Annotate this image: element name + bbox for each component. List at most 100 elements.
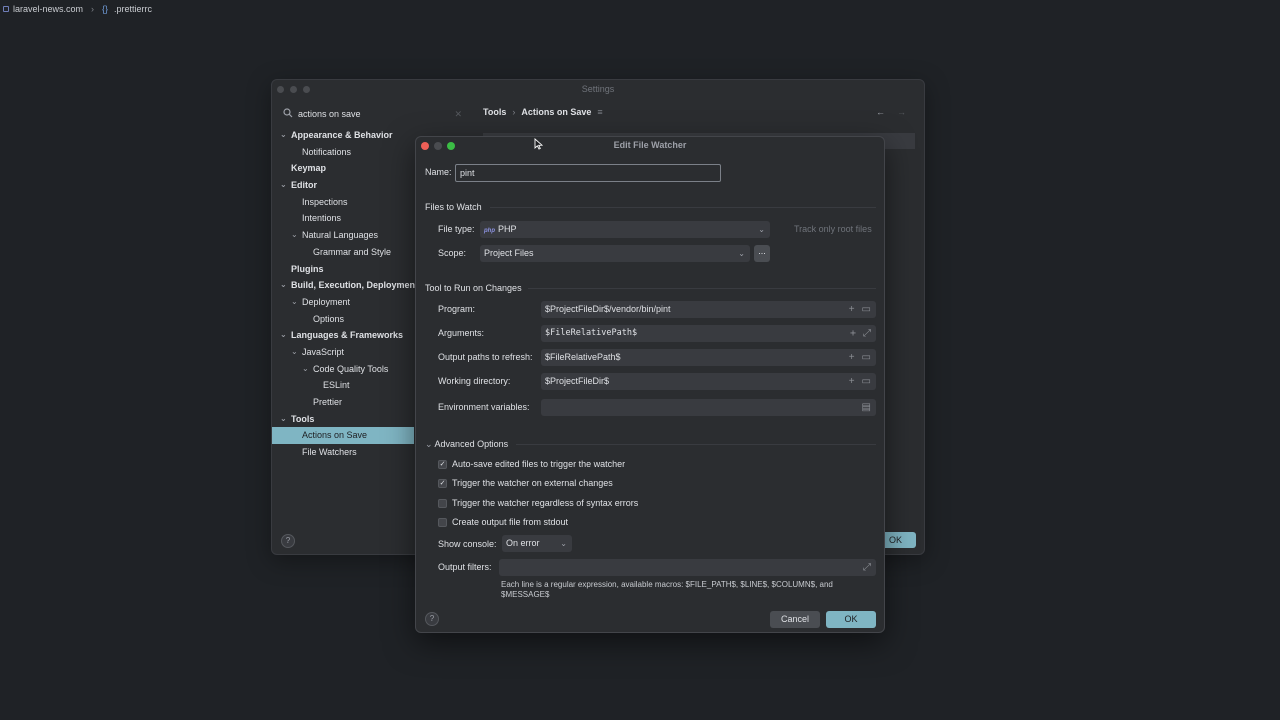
chevron-down-icon[interactable]: ⌄ [302,361,309,378]
tree-item-label: Appearance & Behavior [291,130,393,140]
output-paths-field[interactable]: $FileRelativePath$ + ▭ [541,349,876,366]
output-filters-hint: Each line is a regular expression, avail… [501,580,833,589]
search-icon [283,108,293,120]
clear-icon[interactable]: ✕ [454,109,462,120]
tree-item[interactable]: ⌄ Build, Execution, Deployment [272,277,418,294]
program-field[interactable]: $ProjectFileDir$/vendor/bin/pint + ▭ [541,301,876,318]
name-input[interactable]: pint [455,164,721,182]
settings-search-box[interactable]: actions on save ✕ [280,105,466,123]
tree-item[interactable]: Grammar and Style [272,244,414,261]
search-input[interactable]: actions on save [298,109,361,119]
tree-item-label: Actions on Save [302,430,368,441]
tree-item[interactable]: ⌄ Appearance & Behavior [272,127,414,144]
tree-item-label: Code Quality Tools [313,363,389,374]
tree-item[interactable]: ⌄ Deployment [272,294,414,311]
tree-item[interactable]: ⌄ Natural Languages [272,227,414,244]
working-directory-value: $ProjectFileDir$ [545,376,610,386]
mouse-cursor-icon [534,138,544,153]
folder-icon[interactable]: ▭ [862,301,871,318]
tree-item-label: Natural Languages [302,230,379,241]
tree-item[interactable]: ⌄ Tools [272,411,414,428]
settings-tree: ⌄ Appearance & Behavior Notifications Keyma… [272,127,418,461]
checkbox[interactable]: ✓ [438,479,447,489]
tree-item[interactable]: Keymap [272,160,414,177]
tree-item[interactable]: ⌄ Languages & Frameworks [272,327,414,344]
tree-item-label: Tools [291,413,315,424]
tree-item-label: Deployment [302,296,351,307]
breadcrumb-tools[interactable]: Tools [483,107,506,117]
environment-variables-label: Environment variables: [438,402,530,412]
chevron-down-icon[interactable]: ⌄ [291,227,298,244]
arguments-field[interactable]: $FileRelativePath$ + ⤢ [541,325,876,342]
show-console-dropdown[interactable]: On error ⌄ [502,535,572,552]
tree-item[interactable]: Options [272,311,414,328]
clipboard-icon[interactable]: ▤ [862,399,871,416]
tree-item[interactable]: Actions on Save [272,427,414,445]
help-icon[interactable]: ? [425,612,439,626]
chevron-down-icon[interactable]: ⌄ [291,294,298,311]
help-icon[interactable]: ? [281,534,295,548]
cancel-button[interactable]: Cancel [770,611,820,628]
tree-item[interactable]: File Watchers [272,444,414,461]
tree-item[interactable]: Inspections [272,194,414,211]
menu-icon[interactable]: ≡ [597,107,602,117]
working-directory-field[interactable]: $ProjectFileDir$ + ▭ [541,373,876,390]
checkbox-label[interactable]: Create output file from stdout [452,517,568,527]
ok-button[interactable]: OK [826,611,876,628]
checkbox-label[interactable]: Trigger the watcher on external changes [452,478,613,488]
expand-icon[interactable]: ⤢ [863,325,871,342]
tree-item-label: Grammar and Style [313,246,392,257]
project-name[interactable]: laravel-news.com [13,4,83,14]
working-directory-label: Working directory: [438,376,511,386]
add-icon[interactable]: + [849,301,855,318]
tree-item-label: Inspections [302,196,348,207]
scope-dropdown[interactable]: Project Files ⌄ [480,245,750,262]
environment-variables-field[interactable]: ▤ [541,399,876,416]
chevron-down-icon: ⌄ [738,249,745,258]
track-root-files-option[interactable]: Track only root files [794,224,872,234]
chevron-down-icon[interactable]: ⌄ [280,327,287,344]
add-icon[interactable]: + [849,373,855,390]
checkbox[interactable] [438,517,447,527]
chevron-down-icon[interactable]: ⌄ [280,177,287,194]
tree-item[interactable]: ESLint [272,377,414,394]
folder-icon[interactable]: ▭ [862,349,871,366]
tree-item[interactable]: ⌄ Editor [272,177,414,194]
tree-item[interactable]: ⌄ Code Quality Tools [272,361,414,378]
forward-arrow-icon[interactable]: → [897,107,906,117]
add-icon[interactable]: + [850,325,856,342]
show-console-value: On error [506,538,540,548]
scope-browse-button[interactable]: ... [754,245,770,262]
chevron-down-icon[interactable]: ⌄ [280,127,287,144]
add-icon[interactable]: + [849,349,855,366]
output-filters-field[interactable]: ⤢ [499,559,876,576]
edit-file-watcher-dialog: Edit File Watcher Name: pint Files to Wa… [415,136,885,633]
folder-icon[interactable]: ▭ [862,373,871,390]
back-arrow-icon[interactable]: ← [876,107,885,117]
output-paths-value: $FileRelativePath$ [545,352,621,362]
checkbox-label[interactable]: Trigger the watcher regardless of syntax… [452,498,638,508]
tree-item[interactable]: Intentions [272,210,414,227]
chevron-down-icon[interactable]: ⌄ [280,411,287,428]
checkbox[interactable] [438,498,447,508]
tree-item[interactable]: ⌄ JavaScript [272,344,414,361]
output-filters-label: Output filters: [438,562,492,572]
advanced-options-toggle[interactable]: ⌄ Advanced Options [425,439,508,450]
file-name[interactable]: .prettierrc [114,4,152,14]
file-type-value: PHP [498,224,517,234]
breadcrumb: Tools › Actions on Save ≡ [483,107,603,117]
file-type-dropdown[interactable]: php PHP ⌄ [480,221,770,238]
arguments-value: $FileRelativePath$ [545,328,638,338]
checkbox[interactable]: ✓ [438,460,447,469]
files-to-watch-heading: Files to Watch [425,202,482,212]
tree-item[interactable]: Plugins [272,261,414,278]
checkbox-label[interactable]: Auto-save edited files to trigger the wa… [452,459,625,469]
chevron-down-icon[interactable]: ⌄ [291,344,298,361]
tree-item[interactable]: Prettier [272,394,414,411]
tree-item-label: ESLint [323,380,350,391]
tree-item[interactable]: Notifications [272,144,414,161]
scope-value: Project Files [484,248,534,258]
chevron-right-icon: › [91,4,95,14]
chevron-down-icon[interactable]: ⌄ [280,277,287,294]
expand-icon[interactable]: ⤢ [863,559,871,576]
